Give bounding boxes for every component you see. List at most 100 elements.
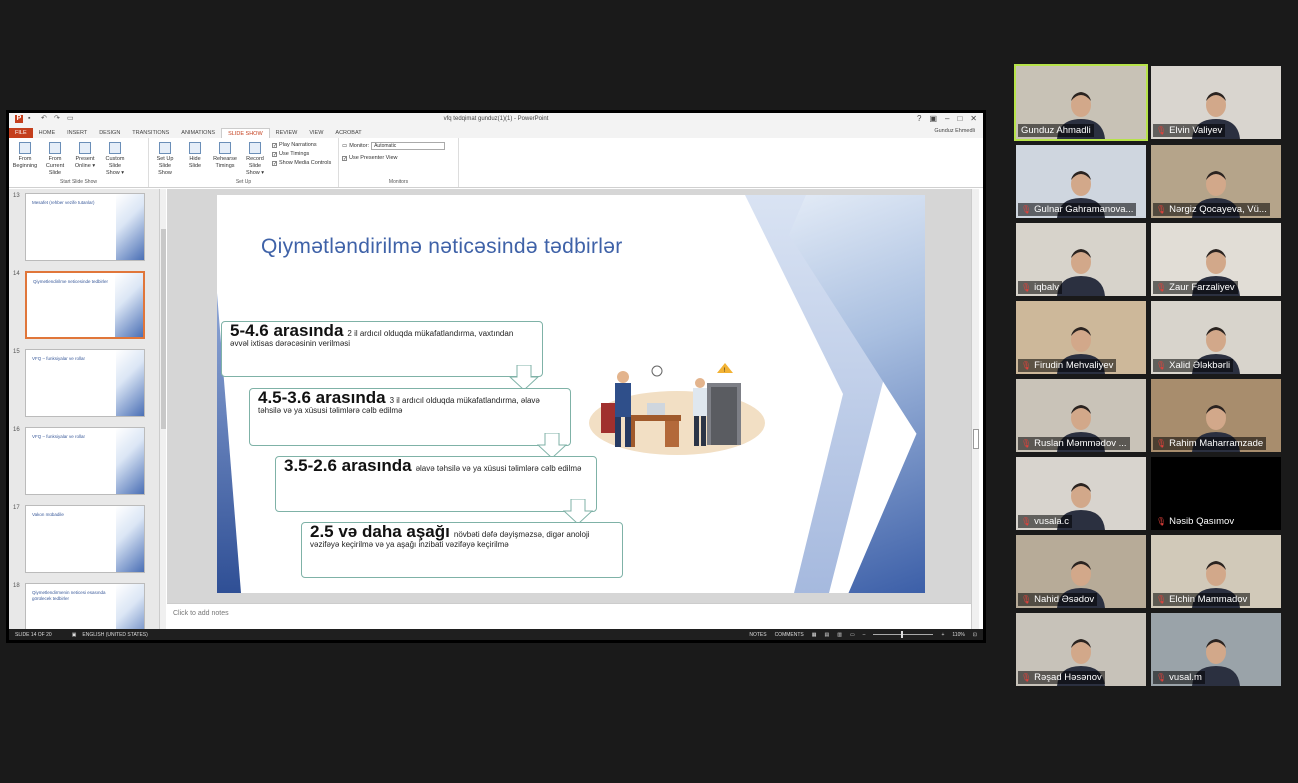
- notes-pane[interactable]: Click to add notes: [167, 603, 971, 629]
- participant-name-label: 🎙 Elchin Mammadov: [1153, 593, 1251, 606]
- participant-tile[interactable]: 🎙 Xalid Ələkbərli: [1151, 301, 1281, 374]
- slide-thumbnail[interactable]: VFQ – funksiyalar ve rollar: [25, 349, 145, 417]
- slide-thumbnail[interactable]: VFQ – funksiyalar ve rollar: [25, 427, 145, 495]
- thumbnail-title: Vakon mübadile: [32, 512, 64, 517]
- slide-scrollbar[interactable]: [971, 189, 979, 629]
- slide-thumbnail[interactable]: Vakon mübadile: [25, 505, 145, 573]
- spellcheck-icon[interactable]: ▣: [72, 632, 77, 638]
- zoom-slider[interactable]: [873, 631, 934, 638]
- tab-insert[interactable]: INSERT: [61, 128, 93, 138]
- tab-acrobat[interactable]: ACROBAT: [329, 128, 367, 138]
- play-narrations-checkbox[interactable]: ✓ Play Narrations: [272, 142, 331, 148]
- participant-tile[interactable]: 🎙 vusal.m: [1151, 613, 1281, 686]
- participant-tile[interactable]: 🎙 Elvin Valiyev: [1151, 66, 1281, 139]
- maximize-icon[interactable]: □: [957, 114, 962, 123]
- record-slide-show-button[interactable]: Record Slide Show ▾: [242, 140, 268, 179]
- participant-tile[interactable]: 🎙 Nərgiz Qocayeva, Vü...: [1151, 145, 1281, 218]
- language-indicator[interactable]: ENGLISH (UNITED STATES): [82, 632, 147, 638]
- slide-thumbnail[interactable]: Mesafet (rehber vezife tutanlar): [25, 193, 145, 261]
- slides-icon: [109, 142, 121, 154]
- button-label: Rehearse: [213, 156, 237, 162]
- reading-view-icon[interactable]: ▥: [837, 632, 842, 638]
- participant-tile[interactable]: 🎙 iqbalv: [1016, 223, 1146, 296]
- participant-name-label: 🎙 Zaur Farzaliyev: [1153, 281, 1238, 294]
- setup-icon: [159, 142, 171, 154]
- muted-mic-icon: 🎙: [1021, 595, 1032, 604]
- minimize-icon[interactable]: –: [945, 114, 949, 123]
- fit-to-window-icon[interactable]: ⊡: [973, 632, 977, 638]
- use-timings-checkbox[interactable]: ✓ Use Timings: [272, 151, 331, 157]
- thumbnail-title: VFQ – funksiyalar ve rollar: [32, 356, 86, 361]
- ribbon: From Beginning From Current Slide Present O…: [9, 138, 983, 188]
- scrollbar-thumb[interactable]: [973, 429, 979, 449]
- hide-slide-button[interactable]: Hide Slide: [182, 140, 208, 179]
- participant-name-label: 🎙 Gulnar Gahramanova...: [1018, 203, 1137, 216]
- set-up-slide-show-button[interactable]: Set Up Slide Show: [152, 140, 178, 179]
- participant-tile[interactable]: 🎙 Rəşad Həsənov: [1016, 613, 1146, 686]
- group-monitors: ▭ Monitor: Automatic ✓ Use Presenter View…: [339, 138, 459, 187]
- comments-toggle[interactable]: COMMENTS: [775, 632, 804, 638]
- present-online-button[interactable]: Present Online ▾: [72, 140, 98, 179]
- current-slide[interactable]: Qiymətləndirilmə nəticəsində tədbirlər 5…: [217, 195, 925, 593]
- thumbnails-scrollbar[interactable]: [159, 189, 166, 629]
- muted-mic-icon: 🎙: [1156, 439, 1167, 448]
- participant-tile[interactable]: 🎙 Nəsib Qasımov: [1151, 457, 1281, 530]
- notes-placeholder: Click to add notes: [173, 610, 229, 617]
- muted-mic-icon: 🎙: [1021, 673, 1032, 682]
- button-label: Show ▾: [105, 170, 125, 176]
- help-icon[interactable]: ?: [917, 114, 921, 123]
- tab-home[interactable]: HOME: [33, 128, 62, 138]
- title-bar: P ▪ ↶ ↷ ▭ vfq tedqimat gunduz(1)(1) - Po…: [9, 113, 983, 127]
- participant-name: Rahim Maharramzade: [1169, 438, 1264, 449]
- participant-tile[interactable]: 🎙 Elchin Mammadov: [1151, 535, 1281, 608]
- monitor-select[interactable]: Automatic: [371, 142, 446, 150]
- hide-icon: [189, 142, 201, 154]
- user-account[interactable]: Gunduz Ehmedli: [934, 128, 975, 134]
- muted-mic-icon: 🎙: [1156, 126, 1167, 135]
- tab-animations[interactable]: ANIMATIONS: [175, 128, 221, 138]
- tab-file[interactable]: FILE: [9, 128, 33, 138]
- rehearse-timings-button[interactable]: Rehearse Timings: [212, 140, 238, 179]
- close-icon[interactable]: ✕: [970, 114, 977, 123]
- slide-show-view-icon[interactable]: ▭: [850, 632, 855, 638]
- custom-slide-show-button[interactable]: Custom Slide Show ▾: [102, 140, 128, 179]
- scrollbar-thumb[interactable]: [161, 229, 166, 429]
- tab-view[interactable]: VIEW: [303, 128, 329, 138]
- participant-tile[interactable]: 🎙 Nahid Əsədov: [1016, 535, 1146, 608]
- button-label: Hide: [189, 156, 201, 162]
- participant-tile[interactable]: 🎙 Ruslan Məmmədov ...: [1016, 379, 1146, 452]
- muted-mic-icon: 🎙: [1156, 283, 1167, 292]
- slide-thumbnail[interactable]: Qiymetlendirmenin neticesi esasında görü…: [25, 583, 145, 629]
- tab-slide-show[interactable]: SLIDE SHOW: [221, 128, 270, 138]
- checkbox-icon: ✓: [272, 142, 278, 149]
- tab-design[interactable]: DESIGN: [93, 128, 126, 138]
- ribbon-display-icon[interactable]: ▣: [929, 114, 937, 123]
- participant-name-label: 🎙 Xalid Ələkbərli: [1153, 359, 1234, 372]
- participant-tile[interactable]: 🎙 Zaur Farzaliyev: [1151, 223, 1281, 296]
- use-presenter-view-checkbox[interactable]: ✓ Use Presenter View: [342, 155, 455, 161]
- thumbnail-decoration: [116, 194, 144, 260]
- slide-number: 17: [13, 505, 20, 511]
- normal-view-icon[interactable]: ▦: [812, 632, 817, 638]
- zoom-out-icon[interactable]: –: [863, 632, 866, 638]
- muted-mic-icon: 🎙: [1156, 205, 1167, 214]
- slide-thumbnail-selected[interactable]: Qiymetlendirilme neticesinde tedbirler: [25, 271, 145, 339]
- checkbox-icon: ✓: [272, 160, 278, 167]
- participant-tile[interactable]: 🎙 Gulnar Gahramanova...: [1016, 145, 1146, 218]
- participant-name: vusal.m: [1169, 672, 1202, 683]
- from-current-slide-button[interactable]: From Current Slide: [42, 140, 68, 179]
- participant-tile[interactable]: Gunduz Ahmadli: [1014, 64, 1148, 141]
- notes-toggle[interactable]: NOTES: [749, 632, 766, 638]
- zoom-in-icon[interactable]: +: [941, 632, 944, 638]
- participant-tile[interactable]: 🎙 Rahim Maharramzade: [1151, 379, 1281, 452]
- show-media-controls-checkbox[interactable]: ✓ Show Media Controls: [272, 160, 331, 166]
- participant-tile[interactable]: 🎙 vusala.c: [1016, 457, 1146, 530]
- step-box: 4.5-3.6 arasında 3 il ardıcıl olduqda mük…: [249, 388, 571, 446]
- tab-transitions[interactable]: TRANSITIONS: [126, 128, 175, 138]
- participant-name: vusala.c: [1034, 516, 1070, 527]
- participant-tile[interactable]: 🎙 Firudin Mehvaliyev: [1016, 301, 1146, 374]
- tab-review[interactable]: REVIEW: [270, 128, 304, 138]
- slide-sorter-icon[interactable]: ▤: [824, 632, 829, 638]
- zoom-level[interactable]: 110%: [952, 632, 964, 638]
- from-beginning-button[interactable]: From Beginning: [12, 140, 38, 179]
